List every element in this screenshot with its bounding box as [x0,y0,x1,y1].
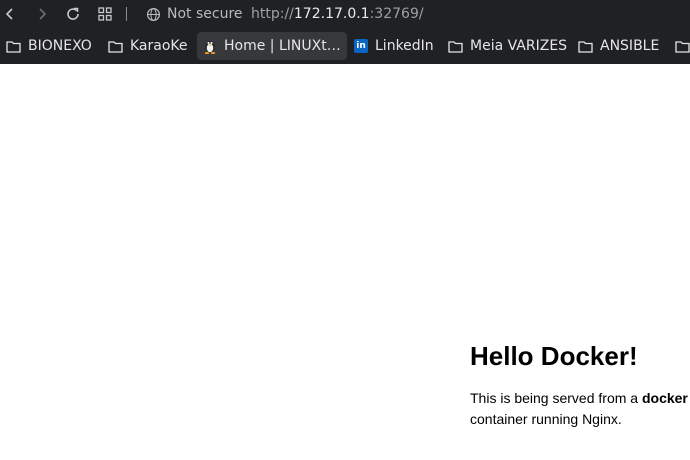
forward-button[interactable] [32,4,52,24]
browser-toolbar: Not secure http://172.17.0.1:32769/ [0,0,690,30]
globe-icon [146,7,161,21]
bookmark-ansible[interactable]: ANSIBLE [578,32,659,60]
bookmark-label: Home | LINUXt… [224,38,341,54]
linkedin-badge: in [354,39,368,53]
reload-icon [67,7,79,20]
arrow-left-icon [5,8,13,20]
linkedin-icon: in [354,39,368,53]
bookmark-bionexo[interactable]: BIONEXO [6,32,92,60]
description-bold-word: docker [641,390,688,406]
tux-icon [203,38,217,54]
arrow-right-icon [39,8,47,20]
bookmark-overflow[interactable] [675,32,690,60]
bookmark-label: LinkedIn [375,38,434,54]
bookmark-label: Meia VARIZES [470,38,568,54]
folder-icon [675,40,690,53]
bookmark-label: ANSIBLE [600,38,660,54]
toolbar-divider [126,7,127,21]
bookmark-karaoke[interactable]: KaraoKe [108,32,188,60]
bookmarks-bar: BIONEXO KaraoKe Home | LINUXt… in Linked… [0,30,690,64]
folder-icon [108,40,123,53]
apps-grid-icon [98,7,112,21]
security-label: Not secure [167,6,243,22]
url-port-path: :32769/ [369,6,424,22]
apps-button[interactable] [95,4,115,24]
url-host: 172.17.0.1 [293,6,370,22]
security-indicator[interactable]: Not secure [146,4,243,24]
description-text-end: container running Nginx. [470,411,622,427]
page-description: This is being served from a docker conta… [470,388,690,430]
page-heading: Hello Docker! [470,341,638,371]
bookmark-label: BIONEXO [28,38,92,54]
back-button[interactable] [0,4,20,24]
folder-icon [578,40,593,53]
url-scheme: http:// [251,6,294,22]
bookmark-linkedin[interactable]: in LinkedIn [354,32,434,60]
bookmark-label: KaraoKe [130,38,188,54]
folder-icon [6,40,21,53]
page-content: Hello Docker! This is being served from … [470,336,690,430]
bookmark-home-linux[interactable]: Home | LINUXt… [197,32,347,60]
bookmark-meia-varizes[interactable]: Meia VARIZES [448,32,567,60]
address-bar[interactable]: http://172.17.0.1:32769/ [251,4,424,24]
folder-icon [448,40,463,53]
description-text-start: This is being served from a [470,390,642,406]
reload-button[interactable] [63,4,83,24]
